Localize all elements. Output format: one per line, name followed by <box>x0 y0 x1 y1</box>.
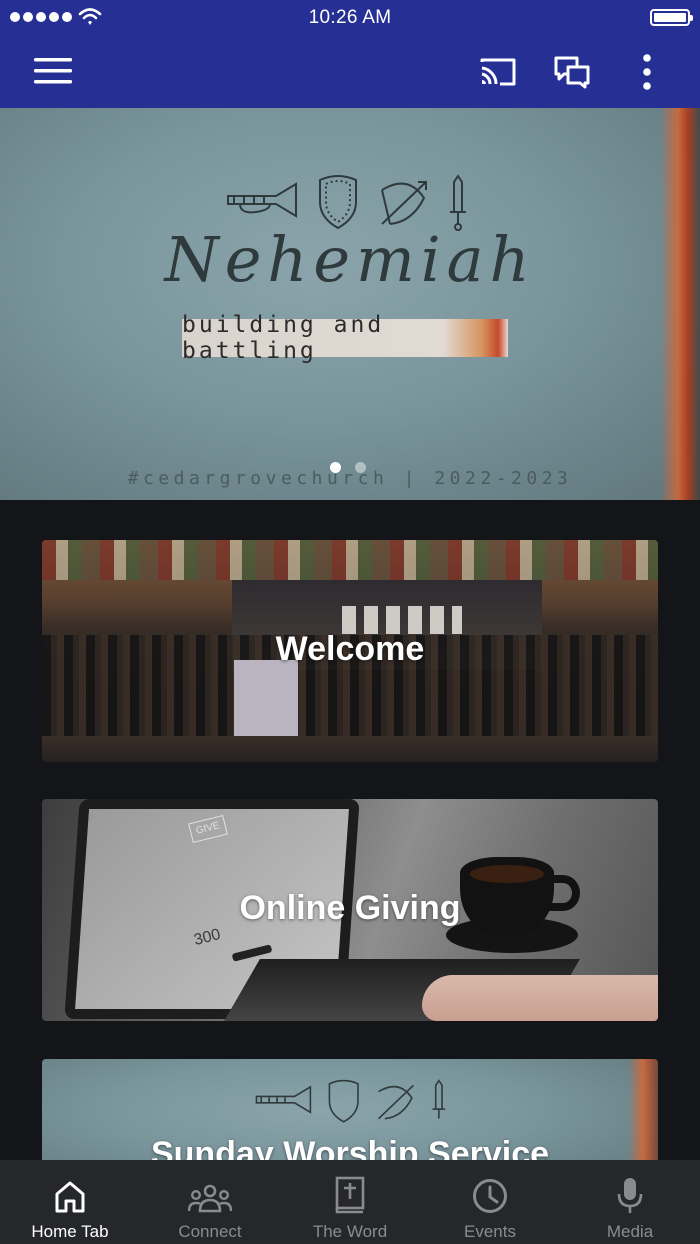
nav-item-connect[interactable]: Connect <box>140 1160 280 1244</box>
trumpet-icon <box>255 1085 312 1114</box>
microphone-icon <box>617 1178 643 1213</box>
sword-icon <box>432 1079 446 1119</box>
chat-button[interactable] <box>548 50 596 94</box>
online-giving-card-label: Online Giving <box>239 889 461 927</box>
sword-icon <box>450 174 466 231</box>
status-time: 10:26 AM <box>308 7 392 28</box>
people-group-icon <box>188 1184 232 1213</box>
chat-bubbles-icon <box>554 56 590 89</box>
carousel-dot-2[interactable] <box>355 462 366 473</box>
carousel-dot-1[interactable] <box>330 462 341 473</box>
hero-color-streak <box>660 108 700 500</box>
hamburger-menu-icon <box>34 58 72 84</box>
bottom-navigation: Home Tab Connect The Word Events Media <box>0 1160 700 1244</box>
welcome-card-label: Welcome <box>275 630 425 668</box>
welcome-floor-decoration <box>42 736 658 762</box>
nav-item-home-tab[interactable]: Home Tab <box>0 1160 140 1244</box>
nav-item-events[interactable]: Events <box>420 1160 560 1244</box>
menu-button[interactable] <box>26 50 80 92</box>
welcome-podium-decoration <box>234 660 298 746</box>
cast-icon <box>480 58 516 86</box>
nav-label-events: Events <box>464 1222 516 1241</box>
bible-icon <box>335 1176 365 1214</box>
home-icon <box>55 1181 85 1213</box>
shield-icon <box>328 1079 359 1123</box>
trumpet-icon <box>227 182 297 218</box>
battery-icon <box>650 9 693 26</box>
welcome-flags-decoration <box>42 540 658 580</box>
bow-and-arrow-icon <box>381 181 427 225</box>
cast-button[interactable] <box>474 50 522 94</box>
nav-label-connect: Connect <box>178 1222 242 1241</box>
app-header: 10:26 AM <box>0 0 700 108</box>
hero-title: Nehemiah <box>164 223 536 296</box>
nav-label-the-word: The Word <box>312 1222 388 1241</box>
online-giving-card[interactable]: GIVE 300 Online Giving <box>42 799 658 1021</box>
nav-item-the-word[interactable]: The Word <box>280 1160 420 1244</box>
hand-decoration <box>422 975 658 1021</box>
nav-label-media: Media <box>606 1222 654 1241</box>
coffee-surface-decoration <box>470 865 544 883</box>
hero-carousel[interactable]: Nehemiah building and battling #cedargro… <box>0 108 700 500</box>
carousel-pagination <box>330 462 366 473</box>
hero-subtitle-banner: building and battling <box>182 312 508 364</box>
bow-and-arrow-icon <box>378 1084 415 1120</box>
shield-icon <box>319 175 357 230</box>
clock-icon <box>473 1179 507 1213</box>
hero-subtitle: building and battling <box>182 312 385 364</box>
status-bar: 10:26 AM <box>0 0 700 36</box>
more-options-button[interactable] <box>630 50 664 94</box>
welcome-card[interactable]: Welcome <box>42 540 658 762</box>
more-vertical-icon <box>643 54 651 90</box>
nav-item-media[interactable]: Media <box>560 1160 700 1244</box>
nav-label-home-tab: Home Tab <box>31 1222 109 1241</box>
worship-icon-row <box>255 1079 446 1123</box>
